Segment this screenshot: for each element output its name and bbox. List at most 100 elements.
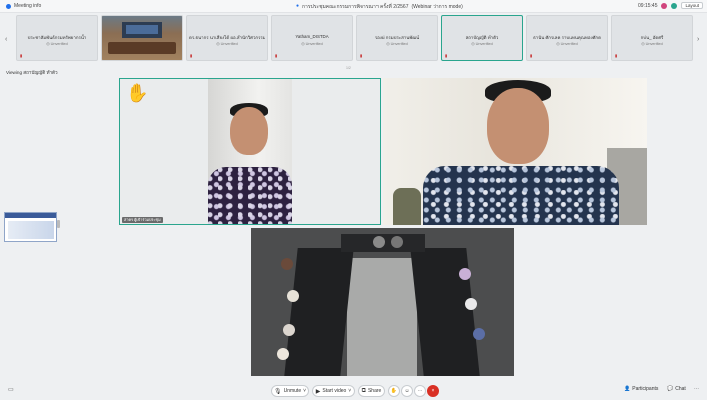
info-icon	[6, 3, 11, 9]
participant-status: ◎ Unverified	[386, 42, 408, 46]
chevron-left-icon[interactable]: ‹	[5, 36, 7, 43]
connection-icon	[671, 2, 678, 9]
participant-video-tile[interactable]	[101, 15, 183, 61]
chevron-right-icon[interactable]: ›	[697, 36, 699, 43]
mic-off-icon: ▮	[190, 53, 193, 58]
raised-hand-icon: ✋	[126, 83, 149, 103]
status-text: Unverified	[220, 42, 238, 46]
top-right-controls: 09:15:45 Layout	[638, 2, 703, 9]
recording-icon	[661, 2, 668, 9]
participant-tile[interactable]: ธานัน ศักรเลค ราบแทนคุณทองศักด ◎ Unverif…	[526, 15, 608, 61]
reactions-button[interactable]: ☺	[401, 385, 413, 397]
more-button[interactable]: ⋯	[414, 385, 426, 397]
chevron-down-icon: ˅	[348, 388, 352, 394]
participants-button[interactable]: 👤 Participants	[624, 386, 658, 392]
status-text: Unverified	[390, 42, 408, 46]
room-floor	[347, 258, 417, 376]
leave-button[interactable]: ×	[427, 385, 439, 397]
meeting-time: 09:15:45	[638, 2, 658, 9]
participant-name: Yatham_DISTDA	[295, 34, 329, 39]
hand-icon: ✋	[390, 388, 398, 394]
chat-button[interactable]: 💬 Chat	[667, 386, 686, 392]
mic-icon: 🎙	[273, 388, 282, 395]
top-bar: Meeting info ● การประชุมคณะกรรมการพิจารณ…	[0, 0, 707, 13]
role-text: ผู้เข้าร่วมประชุม	[134, 218, 161, 222]
layout-button[interactable]: Layout	[681, 2, 703, 9]
participant-status: ◎ Unverified	[216, 42, 238, 46]
strip-pager: 1/2	[346, 66, 351, 70]
viewing-label: Viewing สถาบัญญัติ ทำตัว	[6, 70, 58, 75]
participant-name: สถาบัญญัติ ทำตัว	[465, 35, 499, 40]
participant-name: ประชาสัมพันธ์กรมทรัพยากรน้ำ	[27, 35, 87, 40]
mic-off-icon: ▮	[20, 53, 23, 58]
meeting-title: ● การประชุมคณะกรรมการพิจารณาฯ ครั้งที่ 2…	[296, 3, 463, 11]
room-table-right	[410, 248, 480, 376]
drag-handle[interactable]	[57, 220, 60, 228]
camera-icon: ▶	[315, 388, 321, 395]
background-plant	[393, 188, 421, 225]
status-text: Unverified	[475, 42, 493, 46]
participant-name: ดร.ธนากร นาเสียงได้ ผอ.สำนักวิศวกรรม...	[189, 35, 265, 40]
chat-label: Chat	[675, 386, 686, 392]
mic-off-icon: ▮	[530, 53, 533, 58]
participant-tile[interactable]: กบ่น_ อัดศรี ◎ Unverified ▮	[611, 15, 693, 61]
share-icon: ⧉	[361, 387, 366, 394]
close-icon: ×	[431, 388, 435, 394]
captions-icon[interactable]: ▭	[8, 386, 14, 393]
meeting-title-text: การประชุมคณะกรรมการพิจารณาฯ ครั้งที่ 2/2…	[302, 4, 409, 10]
participant-name: กบ่น_ อัดศรี	[640, 35, 664, 40]
bottom-toolbar: ▭ 🎙 Unmute ˅ ▶ Start video ˅ ⧉ Share ✋ ☺…	[0, 382, 707, 400]
participant-status: ◎ Unverified	[641, 42, 663, 46]
participant-strip: ‹ › ประชาสัมพันธ์กรมทรัพยากรน้ำ ◎ Unveri…	[0, 14, 707, 70]
room-table-left	[284, 248, 354, 376]
raise-hand-button[interactable]: ✋	[388, 385, 400, 397]
participant-person	[423, 78, 623, 225]
participant-name-label: สาคร ผู้เข้าร่วมประชุม	[122, 217, 163, 223]
participants-label: Participants	[632, 386, 659, 392]
meeting-subtitle-text: (Webinar ว่าการ mode)	[411, 4, 463, 10]
participant-status: ◎ Unverified	[556, 42, 578, 46]
mic-off-icon: ▮	[445, 53, 448, 58]
unmute-button[interactable]: 🎙 Unmute ˅	[271, 385, 309, 397]
chat-icon: 💬	[667, 386, 674, 392]
meeting-info-label: Meeting info	[14, 3, 42, 9]
room-screen	[122, 22, 162, 38]
people-icon: 👤	[624, 386, 631, 392]
status-text: Unverified	[645, 42, 663, 46]
participant-tile[interactable]: ประชาสัมพันธ์กรมทรัพยากรน้ำ ◎ Unverified…	[16, 15, 98, 61]
status-text: Unverified	[305, 42, 323, 46]
start-video-button[interactable]: ▶ Start video ˅	[312, 385, 355, 397]
name-text: สาคร	[124, 218, 134, 222]
video-tile-raised-hand[interactable]: ✋ สาคร ผู้เข้าร่วมประชุม	[119, 78, 381, 225]
participant-tile[interactable]: ดร.ธนากร นาเสียงได้ ผอ.สำนักวิศวกรรม... …	[186, 15, 268, 61]
participant-name: รองผ่ กรมประสานพัฒน์	[374, 35, 420, 40]
shared-content-thumbnail[interactable]	[4, 212, 57, 242]
status-text: Unverified	[560, 42, 578, 46]
overflow-menu-icon[interactable]: ⋯	[694, 386, 699, 392]
participant-status: ◎ Unverified	[301, 42, 323, 46]
share-label: Share	[367, 388, 382, 394]
video-tile-meeting-room[interactable]	[251, 228, 514, 376]
chevron-down-icon: ˅	[303, 388, 307, 394]
mic-off-icon: ▮	[275, 53, 278, 58]
participant-tile-active[interactable]: สถาบัญญัติ ทำตัว ◎ Unverified ▮	[441, 15, 523, 61]
meeting-info-button[interactable]: Meeting info	[6, 3, 41, 9]
smile-icon: ☺	[404, 388, 410, 394]
participant-tile[interactable]: Yatham_DISTDA ◎ Unverified ▮	[271, 15, 353, 61]
participant-name: ธานัน ศักรเลค ราบแทนคุณทองศักด	[533, 35, 601, 40]
lock-icon: ●	[296, 3, 300, 9]
video-tile[interactable]	[383, 78, 647, 225]
more-icon: ⋯	[417, 388, 423, 394]
room-table	[108, 42, 176, 54]
share-button[interactable]: ⧉ Share	[358, 385, 385, 397]
mic-off-icon: ▮	[615, 53, 618, 58]
participant-tile[interactable]: รองผ่ กรมประสานพัฒน์ ◎ Unverified ▮	[356, 15, 438, 61]
mic-off-icon: ▮	[360, 53, 363, 58]
status-text: Unverified	[50, 42, 68, 46]
participant-status: ◎ Unverified	[46, 42, 68, 46]
start-video-label: Start video	[322, 388, 347, 394]
unmute-label: Unmute	[283, 388, 302, 394]
participant-status: ◎ Unverified	[471, 42, 493, 46]
participant-person	[208, 79, 292, 224]
layout-label: Layout	[685, 3, 699, 8]
